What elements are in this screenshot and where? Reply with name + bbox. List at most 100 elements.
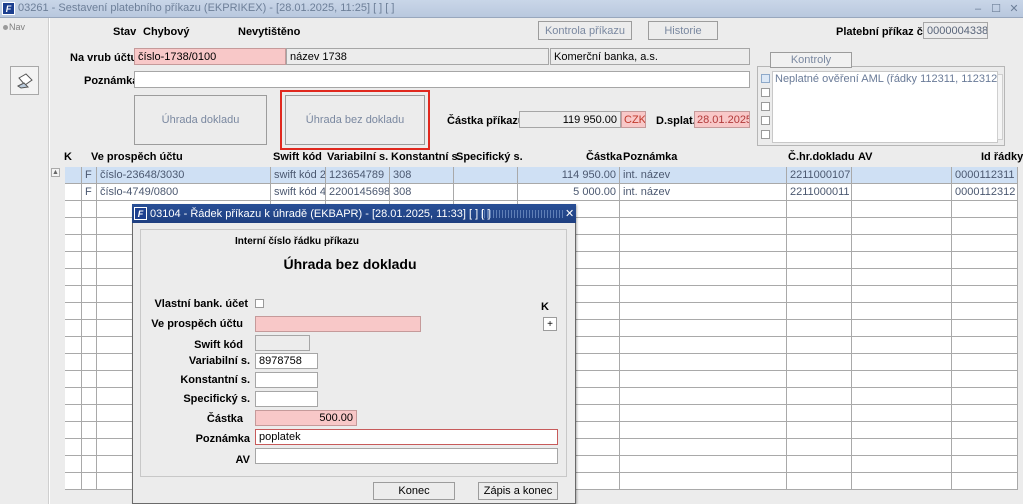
table-cell-poznamka[interactable]: [620, 337, 787, 354]
scroll-up-icon[interactable]: ▲: [51, 168, 60, 177]
table-cell-av[interactable]: [852, 218, 952, 235]
table-cell-ks[interactable]: 308: [390, 167, 454, 184]
maximize-button[interactable]: ☐: [988, 2, 1004, 16]
table-cell-f[interactable]: [82, 286, 97, 303]
table-cell-poznamka[interactable]: [620, 388, 787, 405]
table-cell-f[interactable]: [82, 337, 97, 354]
table-cell-k[interactable]: [65, 371, 82, 388]
table-cell-k[interactable]: [65, 473, 82, 490]
table-cell-f[interactable]: F: [82, 167, 97, 184]
table-cell-f[interactable]: F: [82, 184, 97, 201]
table-cell-doklad[interactable]: [787, 235, 852, 252]
k-plus-button[interactable]: +: [543, 317, 557, 331]
table-cell-id[interactable]: [952, 252, 1018, 269]
table-cell-doklad[interactable]: 2211000107: [787, 167, 852, 184]
table-cell-doklad[interactable]: [787, 456, 852, 473]
table-cell-castka[interactable]: 5 000.00: [518, 184, 620, 201]
table-cell-k[interactable]: [65, 286, 82, 303]
note-input[interactable]: [134, 71, 750, 88]
table-cell-doklad[interactable]: 2211000011: [787, 184, 852, 201]
kontrola-prikazu-button[interactable]: Kontrola příkazu: [538, 21, 632, 40]
table-cell-id[interactable]: 0000112311: [952, 167, 1018, 184]
table-cell-av[interactable]: [852, 439, 952, 456]
table-cell-poznamka[interactable]: [620, 439, 787, 456]
table-cell-id[interactable]: [952, 371, 1018, 388]
table-cell-f[interactable]: [82, 422, 97, 439]
table-cell-poznamka[interactable]: [620, 286, 787, 303]
table-cell-f[interactable]: [82, 439, 97, 456]
table-cell-f[interactable]: [82, 456, 97, 473]
castka-input[interactable]: 500.00: [255, 410, 357, 426]
table-cell-av[interactable]: [852, 252, 952, 269]
table-cell-poznamka[interactable]: [620, 371, 787, 388]
konec-button[interactable]: Konec: [373, 482, 455, 500]
table-cell-vs[interactable]: 123654789: [326, 167, 390, 184]
table-cell-ss[interactable]: [454, 167, 518, 184]
table-cell-k[interactable]: [65, 337, 82, 354]
table-cell-f[interactable]: [82, 201, 97, 218]
table-cell-k[interactable]: [65, 354, 82, 371]
table-cell-av[interactable]: [852, 303, 952, 320]
table-cell-av[interactable]: [852, 371, 952, 388]
table-cell-id[interactable]: [952, 286, 1018, 303]
historie-button[interactable]: Historie: [648, 21, 718, 40]
table-cell-poznamka[interactable]: [620, 201, 787, 218]
table-cell-k[interactable]: [65, 269, 82, 286]
kontroly-checkbox[interactable]: [761, 88, 770, 97]
table-cell-k[interactable]: [65, 405, 82, 422]
table-cell-poznamka[interactable]: [620, 269, 787, 286]
kontroly-item[interactable]: Neplatné ověření AML (řádky 112311, 1123…: [775, 73, 1001, 85]
kontroly-checkbox[interactable]: [761, 130, 770, 139]
table-cell-f[interactable]: [82, 303, 97, 320]
table-cell-swift[interactable]: swift kód 236: [271, 167, 326, 184]
table-cell-doklad[interactable]: [787, 337, 852, 354]
table-cell-id[interactable]: [952, 303, 1018, 320]
table-cell-doklad[interactable]: [787, 388, 852, 405]
table-cell-doklad[interactable]: [787, 303, 852, 320]
account-number-field[interactable]: číslo-1738/0100: [134, 48, 286, 65]
prospech-input[interactable]: [255, 316, 421, 332]
table-cell-poznamka[interactable]: [620, 473, 787, 490]
kontroly-checkbox[interactable]: [761, 102, 770, 111]
table-cell-av[interactable]: [852, 286, 952, 303]
ks-input[interactable]: [255, 372, 318, 388]
table-cell-f[interactable]: [82, 252, 97, 269]
table-cell-doklad[interactable]: [787, 218, 852, 235]
table-cell-poznamka[interactable]: int. název: [620, 184, 787, 201]
table-cell-id[interactable]: [952, 235, 1018, 252]
table-cell-k[interactable]: [65, 184, 82, 201]
table-cell-k[interactable]: [65, 167, 82, 184]
table-cell-av[interactable]: [852, 456, 952, 473]
table-cell-av[interactable]: [852, 320, 952, 337]
currency-field[interactable]: CZK: [621, 111, 646, 128]
minimize-button[interactable]: ‒: [970, 2, 986, 16]
table-cell-doklad[interactable]: [787, 252, 852, 269]
poznamka-input[interactable]: poplatek: [255, 429, 558, 445]
table-cell-id[interactable]: [952, 337, 1018, 354]
table-cell-av[interactable]: [852, 354, 952, 371]
table-cell-k[interactable]: [65, 218, 82, 235]
table-row[interactable]: Fčíslo-4749/0800swift kód 47422001456983…: [65, 184, 1023, 201]
kontroly-checkbox[interactable]: [761, 74, 770, 83]
table-cell-av[interactable]: [852, 269, 952, 286]
vlastni-ucet-checkbox[interactable]: [255, 299, 264, 308]
table-cell-account[interactable]: číslo-23648/3030: [97, 167, 271, 184]
table-cell-id[interactable]: [952, 354, 1018, 371]
table-cell-doklad[interactable]: [787, 269, 852, 286]
table-cell-av[interactable]: [852, 337, 952, 354]
table-cell-vs[interactable]: 2200145698: [326, 184, 390, 201]
table-cell-doklad[interactable]: [787, 473, 852, 490]
table-cell-k[interactable]: [65, 388, 82, 405]
dialog-close-icon[interactable]: ✕: [565, 207, 574, 220]
table-cell-poznamka[interactable]: [620, 405, 787, 422]
table-cell-id[interactable]: [952, 473, 1018, 490]
uhrada-dokladu-button[interactable]: Úhrada dokladu: [134, 95, 267, 145]
table-cell-id[interactable]: [952, 269, 1018, 286]
table-cell-poznamka[interactable]: [620, 354, 787, 371]
table-cell-id[interactable]: [952, 320, 1018, 337]
table-cell-f[interactable]: [82, 405, 97, 422]
table-cell-doklad[interactable]: [787, 320, 852, 337]
table-cell-doklad[interactable]: [787, 405, 852, 422]
table-cell-doklad[interactable]: [787, 371, 852, 388]
table-cell-id[interactable]: [952, 456, 1018, 473]
